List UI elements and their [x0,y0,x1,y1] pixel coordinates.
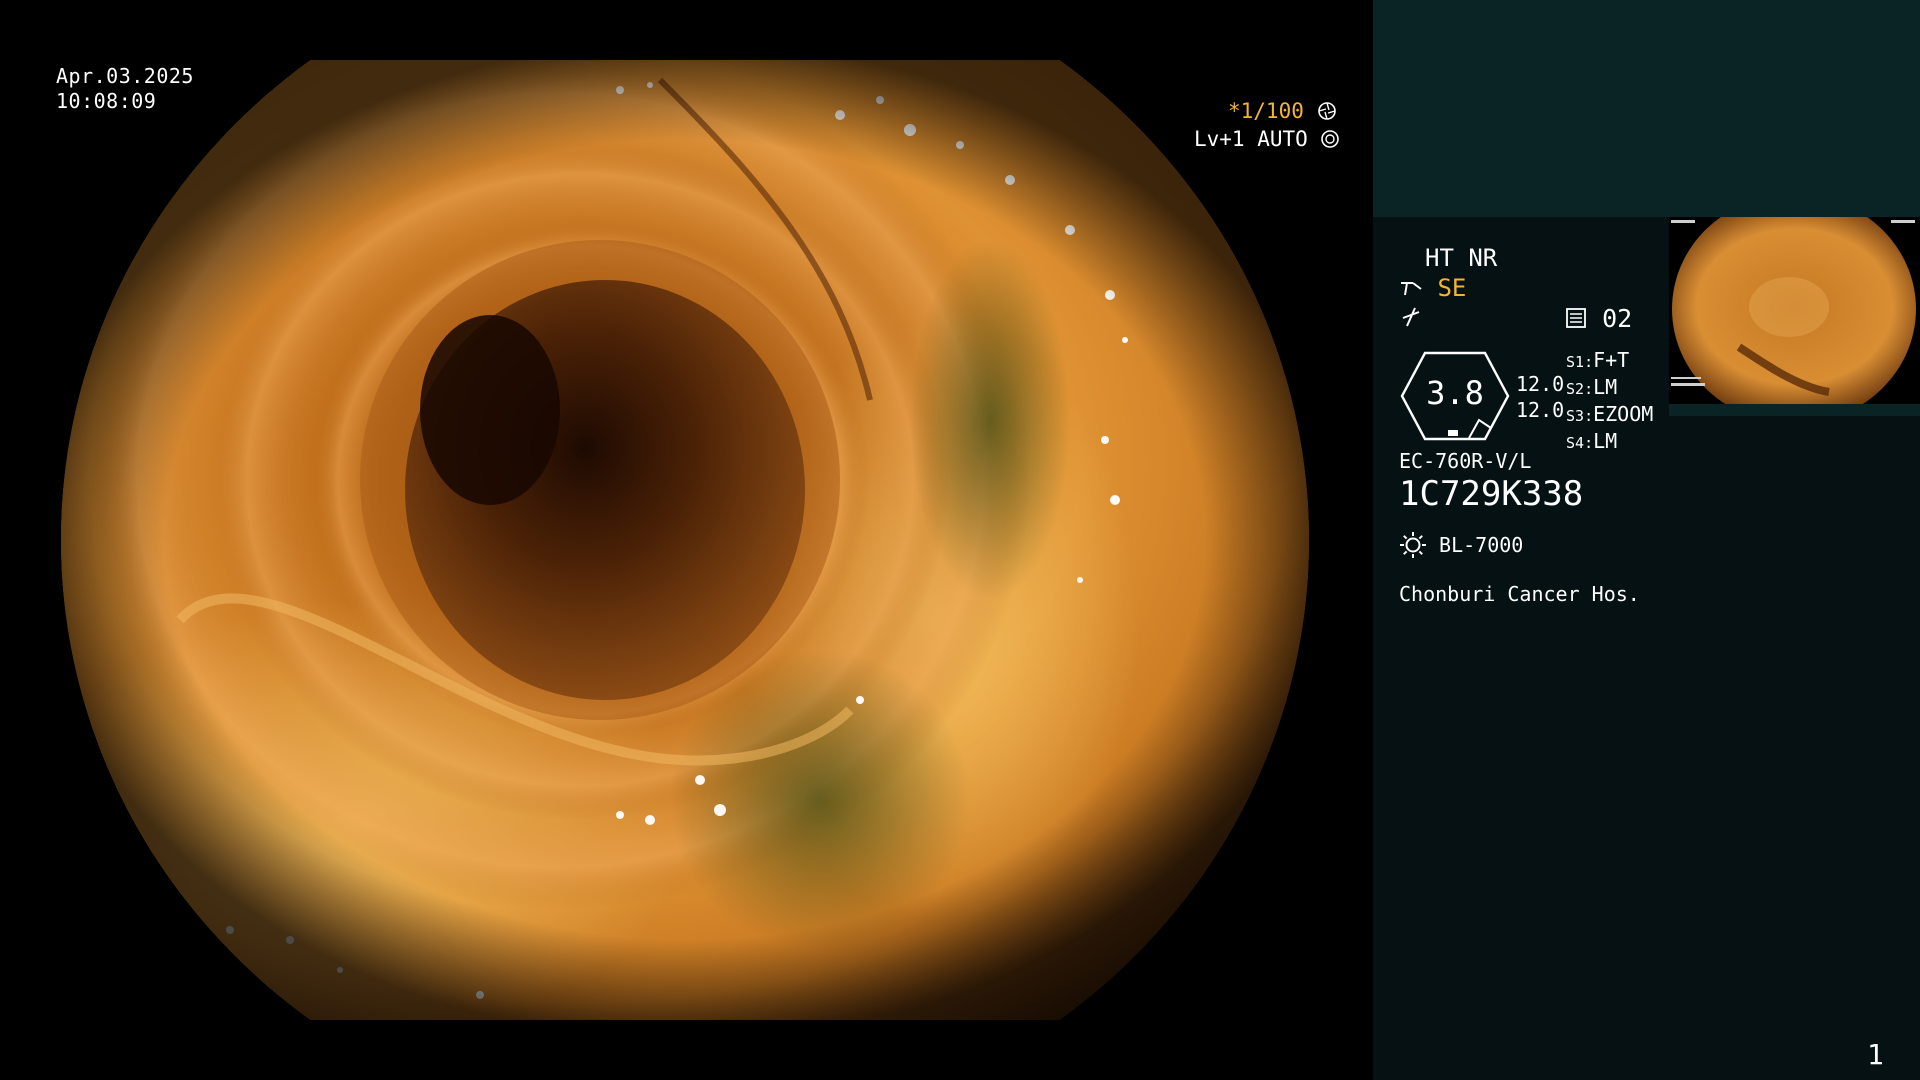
scope-model: EC-760R-V/L [1399,449,1532,473]
color-mode-icon [1402,307,1420,327]
memory-count: 02 [1602,304,1633,333]
date-label: Apr.03.2025 [56,64,194,88]
switch-row-s2: S2:LM [1566,375,1618,399]
se-label: SE [1437,274,1467,302]
gauge-value: 3.8 [1426,374,1484,412]
ht-nr-label: HT NR [1425,244,1498,272]
light-source-icon [1400,532,1426,558]
hospital-name: Chonburi Cancer Hos. [1399,582,1640,606]
structure-enhance-icon [1401,282,1422,296]
structure-enhance-row: SE [1399,274,1466,302]
thumbnail-caption-bar [1669,404,1920,416]
switch-value: F+T [1593,348,1630,372]
time-label: 10:08:09 [56,89,157,113]
timestamp: Apr.03.2025 10:08:09 [56,64,194,114]
switch-list: S1:F+T S2:LM S3:EZOOM S4:LM [1566,348,1653,456]
thumbnail-image [1669,217,1920,416]
switch-row-s4: S4:LM [1566,429,1618,453]
gauge-top-value: 12.0 [1516,372,1565,396]
magnification-gauge: 3.8 [1399,350,1511,442]
level-mode: Lv+1 AUTO [1194,127,1308,151]
switch-row-s3: S3:EZOOM [1566,402,1654,426]
switch-key: S1 [1566,353,1585,371]
info-panel: HT NR SE 02 3.8 12.0 12.0 S1:F+T S2:LM S… [1373,0,1920,1080]
switch-value: EZOOM [1593,402,1654,426]
switch-value: LM [1593,429,1618,453]
switch-key: S4 [1566,434,1585,452]
endoscopic-view [60,60,1310,1020]
page-number: 1 [1867,1038,1884,1071]
light-source-model: BL-7000 [1439,533,1524,557]
switch-key: S2 [1566,380,1585,398]
color-mode-row [1401,306,1421,332]
panel-header-block [1373,0,1920,217]
switch-row-s1: S1:F+T [1566,348,1630,372]
memory-row: 02 [1565,304,1632,333]
gauge-bottom-value: 12.0 [1516,398,1565,422]
memory-card-icon [1566,308,1586,328]
thumbnail-preview[interactable] [1669,217,1920,416]
shutter-readout: *1/100 [1228,99,1337,123]
brightness-readout: Lv+1 AUTO [1194,127,1340,151]
scope-serial: 1C729K338 [1399,474,1584,514]
aperture-icon [1317,102,1336,120]
switch-value: LM [1593,375,1618,399]
switch-key: S3 [1566,407,1585,425]
iris-icon [1321,130,1340,148]
shutter-speed: *1/100 [1228,99,1304,123]
light-source-row: BL-7000 [1399,531,1523,559]
colon-lumen-image [61,60,1309,1020]
